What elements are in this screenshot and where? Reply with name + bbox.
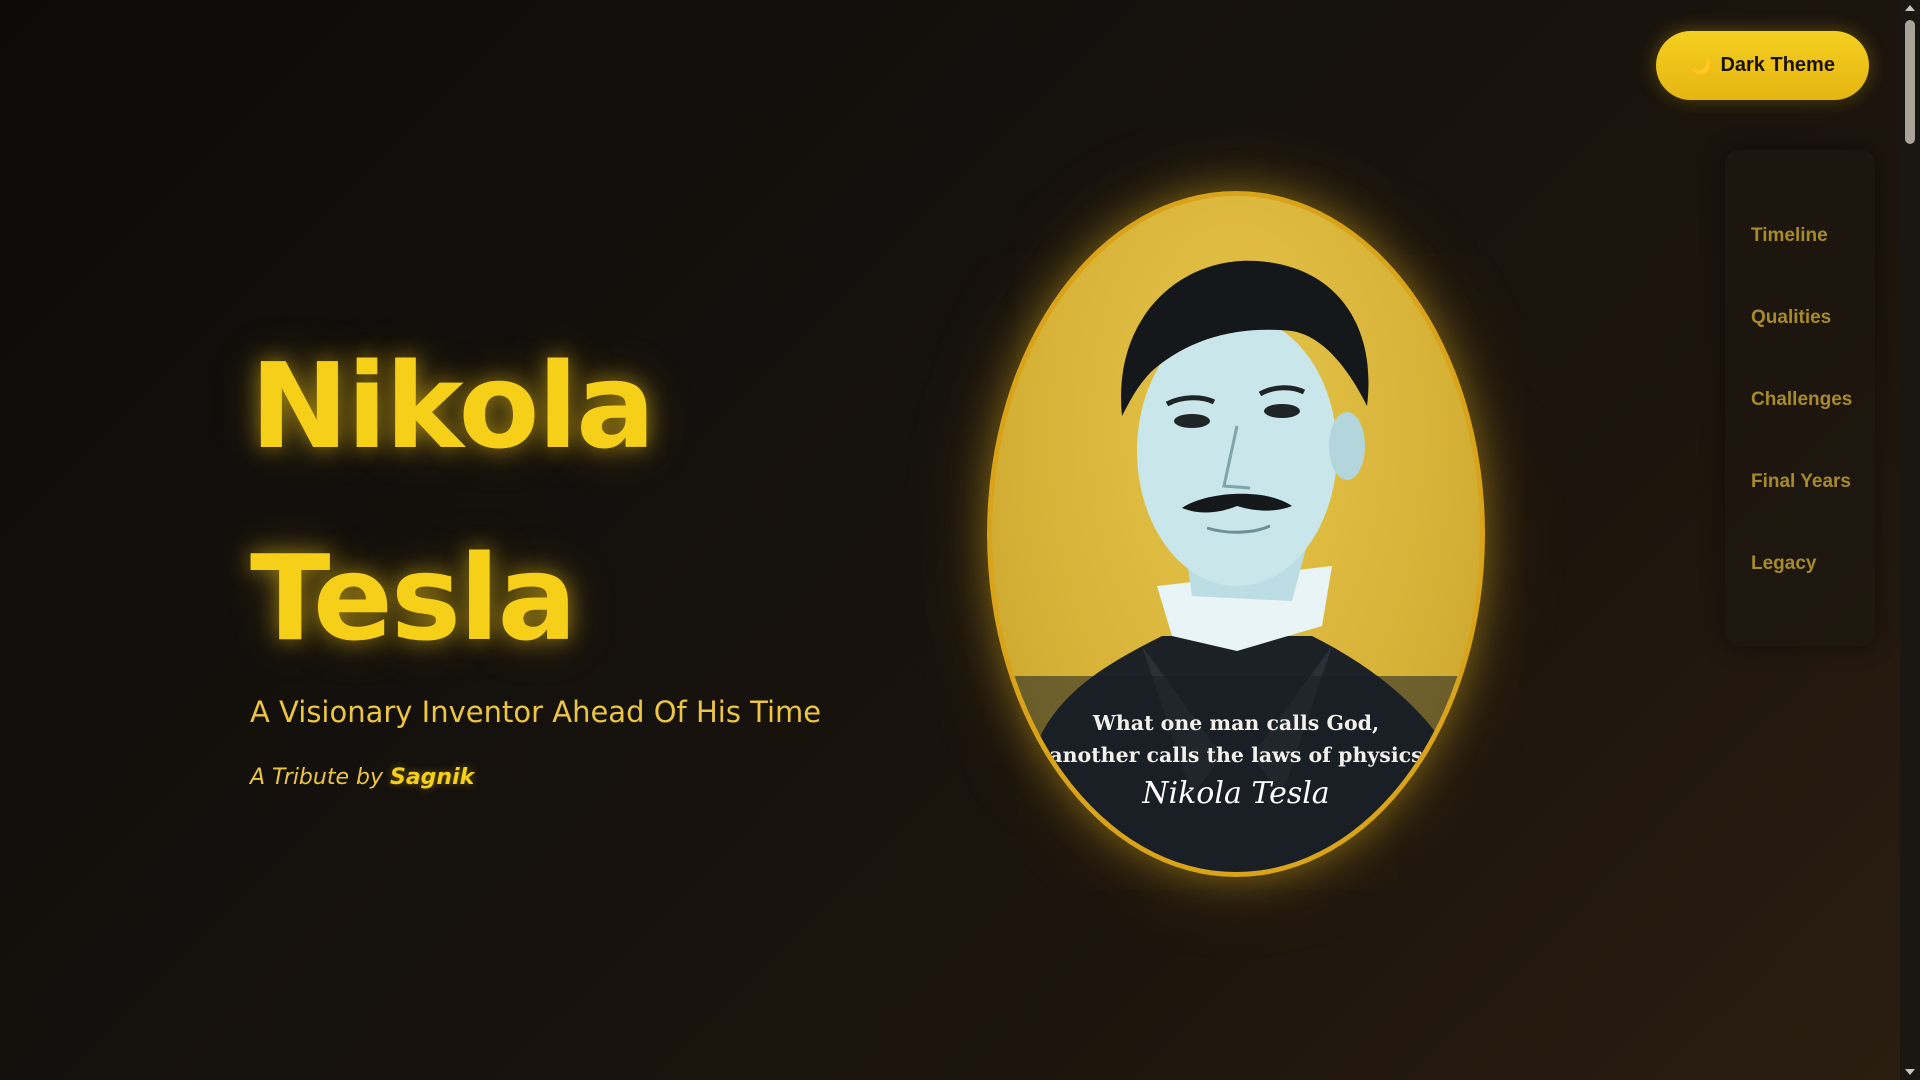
scrollbar-thumb[interactable]	[1905, 20, 1915, 144]
theme-toggle-button[interactable]: 🌙 Dark Theme	[1656, 31, 1869, 100]
scroll-up-arrow-icon[interactable]	[1905, 5, 1915, 11]
nav-item-final-years[interactable]: Final Years	[1751, 471, 1851, 493]
moon-icon: 🌙	[1690, 54, 1713, 76]
tribute-author: Sagnik	[389, 765, 475, 790]
nav-item-qualities[interactable]: Qualities	[1751, 307, 1831, 329]
portrait-signature: Nikola Tesla	[1142, 776, 1330, 811]
nav-item-challenges[interactable]: Challenges	[1751, 389, 1852, 411]
theme-toggle-label: Dark Theme	[1720, 54, 1835, 76]
hero-title-last-name: Tesla	[250, 529, 577, 667]
portrait-quote-line-2: another calls the laws of physics	[1049, 743, 1423, 767]
nav-item-legacy[interactable]: Legacy	[1751, 553, 1816, 575]
tribute-line: A Tribute by Sagnik	[250, 765, 474, 790]
hero-title-first-name: Nikola	[250, 337, 656, 475]
nav-item-timeline[interactable]: Timeline	[1751, 225, 1828, 247]
portrait-image: What one man calls God, another calls th…	[987, 191, 1485, 877]
page: 🌙 Dark Theme Timeline Qualities Challeng…	[0, 0, 1900, 1080]
hero-title: Nikola Tesla	[250, 310, 656, 694]
scroll-down-arrow-icon[interactable]	[1905, 1069, 1915, 1075]
page-scrollbar[interactable]	[1900, 0, 1920, 1080]
tribute-prefix: A Tribute by	[250, 765, 383, 790]
hero-subtitle: A Visionary Inventor Ahead Of His Time	[250, 695, 822, 729]
portrait-quote-line-1: What one man calls God,	[1092, 711, 1380, 735]
side-nav: Timeline Qualities Challenges Final Year…	[1725, 150, 1875, 646]
